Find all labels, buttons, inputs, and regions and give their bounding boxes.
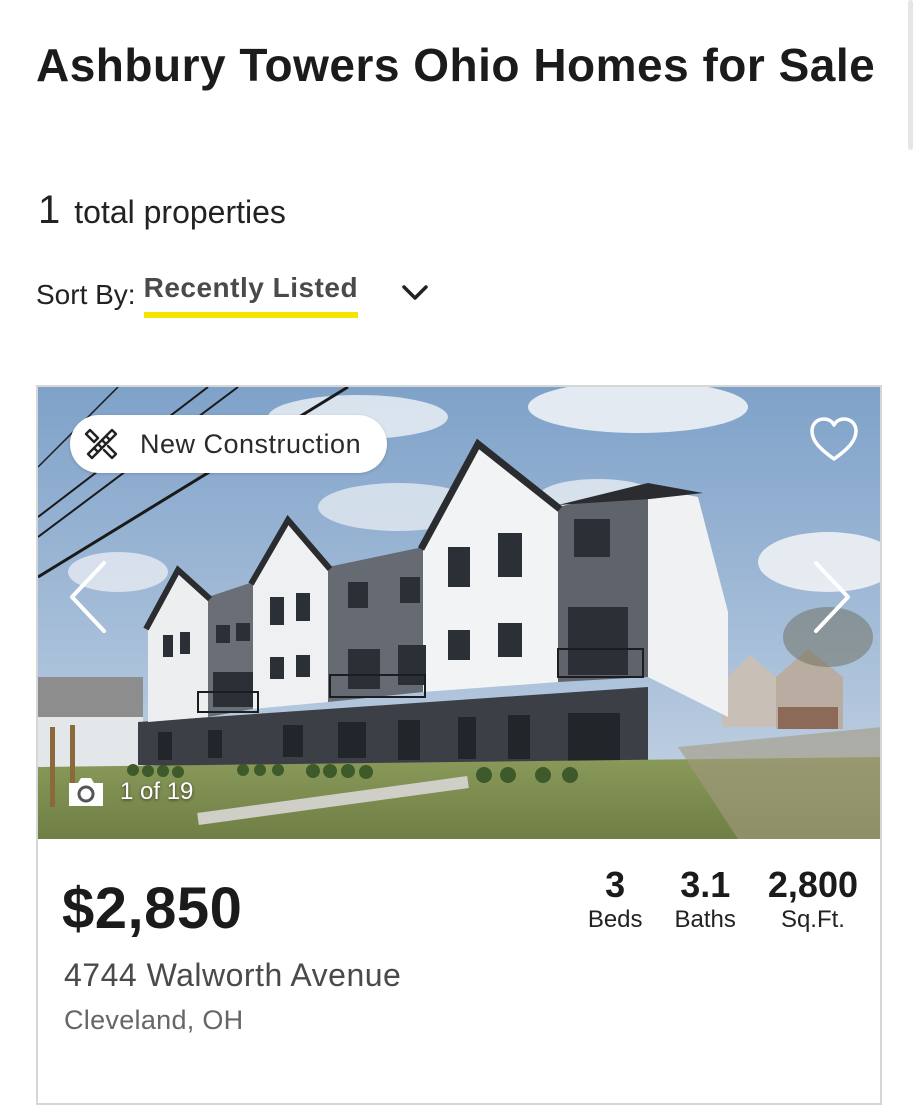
listing-price: $2,850 xyxy=(62,876,243,941)
stat-baths-value: 3.1 xyxy=(680,864,731,905)
sort-value[interactable]: Recently Listed xyxy=(143,272,359,318)
scrollbar[interactable] xyxy=(908,0,913,150)
camera-icon xyxy=(69,778,103,806)
photo-counter: 1 of 19 xyxy=(66,775,193,809)
result-count-number: 1 xyxy=(38,188,61,232)
listing-city: Cleveland, OH xyxy=(64,1005,244,1035)
photo-counter-text: 1 of 19 xyxy=(120,778,194,805)
tools-icon xyxy=(84,428,118,460)
chevron-right-icon[interactable] xyxy=(808,557,856,637)
stat-baths: 3.1 Baths xyxy=(675,865,736,935)
stat-beds-label: Beds xyxy=(587,906,643,933)
badge-label: New Construction xyxy=(140,428,362,459)
chevron-left-icon[interactable] xyxy=(64,557,112,637)
chevron-down-icon[interactable] xyxy=(398,276,432,310)
stat-sqft-value: 2,800 xyxy=(767,864,858,905)
listing-stats: 3 Beds 3.1 Baths 2,800 Sq.Ft. xyxy=(556,865,858,935)
sort-label: Sort By: xyxy=(36,279,136,310)
result-count: 1 total properties xyxy=(38,188,286,233)
sort-control[interactable]: Sort By: Recently Listed xyxy=(36,272,432,318)
listing-info[interactable]: $2,850 4744 Walworth Avenue Cleveland, O… xyxy=(38,839,880,1103)
stat-baths-label: Baths xyxy=(674,906,736,933)
stat-sqft-label: Sq.Ft. xyxy=(780,906,845,933)
new-construction-badge: New Construction xyxy=(70,415,388,473)
stat-beds: 3 Beds xyxy=(588,865,643,935)
stat-beds-value: 3 xyxy=(605,864,626,905)
stat-sqft: 2,800 Sq.Ft. xyxy=(768,865,858,935)
result-count-label: total properties xyxy=(74,194,286,230)
page-title: Ashbury Towers Ohio Homes for Sale xyxy=(36,39,876,91)
listing-photo[interactable]: New Construction 1 of 19 xyxy=(38,387,880,839)
listing-address: 4744 Walworth Avenue xyxy=(64,957,402,993)
listing-card[interactable]: New Construction 1 of 19 $2,850 4744 Wal… xyxy=(36,385,882,1105)
heart-outline-icon[interactable] xyxy=(808,415,860,463)
